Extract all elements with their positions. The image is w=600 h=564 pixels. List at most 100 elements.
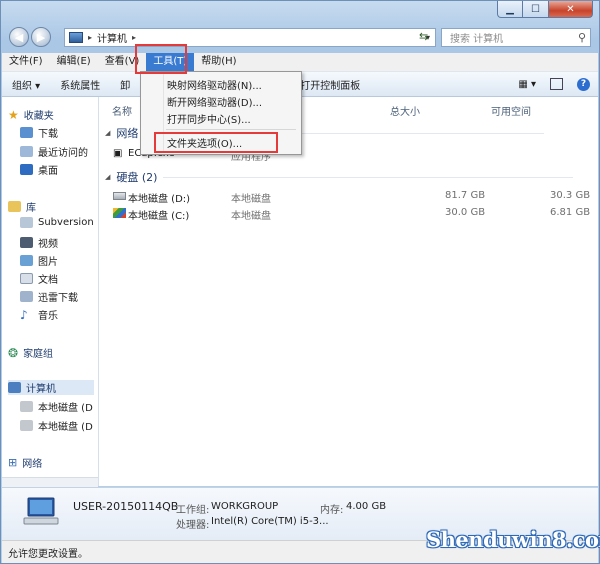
close-button[interactable]: ✕: [549, 1, 593, 18]
system-drive-icon: [113, 208, 126, 218]
sidebar-item-network[interactable]: ⊞ 网络: [8, 455, 42, 470]
sidebar-item-label: 最近访问的: [38, 148, 88, 159]
column-header-free-space[interactable]: 可用空间: [491, 103, 531, 118]
drive-free-space: 6.81 GB: [550, 207, 591, 218]
menu-help[interactable]: 帮助(H): [194, 53, 243, 71]
video-icon: [20, 237, 33, 248]
hard-drive-icon: [20, 420, 33, 431]
preview-pane-icon[interactable]: [550, 78, 563, 90]
drive-name: 本地磁盘 (C:): [128, 211, 190, 222]
computer-icon: [8, 382, 21, 393]
sidebar-item-label: 视频: [38, 239, 58, 250]
hard-drive-icon: [113, 192, 126, 200]
cpu-label: 处理器:: [176, 520, 210, 531]
search-icon[interactable]: ⚲: [578, 31, 586, 44]
sidebar-item-label: 网络: [22, 459, 43, 470]
sidebar-item-documents[interactable]: 文档: [20, 271, 58, 286]
system-properties-button[interactable]: 系统属性: [50, 77, 110, 92]
address-path[interactable]: 计算机: [97, 30, 127, 45]
group-header-drives[interactable]: ◢ 硬盘 (2): [105, 169, 574, 185]
computer-name: USER-20150114QB: [73, 500, 179, 513]
menu-bar: 文件(F) 编辑(E) 查看(V) 工具(T) 帮助(H): [2, 53, 598, 72]
arrow-right-icon: ▶: [36, 30, 46, 44]
sidebar-item-xunlei[interactable]: 迅雷下载: [20, 289, 78, 304]
recent-places-icon: [20, 146, 33, 157]
sidebar-item-homegroup[interactable]: ❂ 家庭组: [8, 345, 54, 361]
arrow-left-icon: ◀: [14, 30, 24, 44]
sidebar-horizontal-scrollbar[interactable]: [2, 477, 98, 487]
sidebar-item-desktop[interactable]: 桌面: [20, 162, 58, 177]
sidebar-item-libraries[interactable]: 库: [8, 199, 36, 214]
cpu-value: Intel(R) Core(TM) i5-3...: [211, 516, 329, 527]
network-icon: ⊞: [8, 456, 18, 469]
memory-value: 4.00 GB: [346, 501, 387, 512]
sidebar-item-music[interactable]: ♪ 音乐: [20, 307, 58, 323]
table-row[interactable]: 本地磁盘 (C:) 本地磁盘 30.0 GB 6.81 GB: [111, 207, 591, 222]
sidebar-item-label: 音乐: [38, 311, 58, 322]
view-options-icon[interactable]: ▦ ▾: [518, 79, 536, 90]
sidebar-item-videos[interactable]: 视频: [20, 235, 58, 250]
sidebar-item-label: 文档: [38, 275, 58, 286]
workgroup-label: 工作组:: [176, 505, 210, 516]
sidebar-item-disk-d[interactable]: 本地磁盘 (D: [20, 399, 93, 414]
address-separator: ▸: [88, 33, 93, 42]
group-label: 网络: [116, 127, 139, 140]
menu-item-sync-center[interactable]: 打开同步中心(S)...: [167, 111, 251, 126]
sidebar-item-label: Subversion: [38, 217, 94, 228]
control-panel-button[interactable]: 打开控制面板: [290, 77, 370, 92]
highlight-tools-menu: [135, 44, 187, 74]
sidebar-item-downloads[interactable]: 下载: [20, 125, 58, 140]
help-icon[interactable]: ?: [577, 77, 590, 91]
app-icon: ▣: [113, 148, 123, 159]
desktop-icon: [20, 164, 33, 175]
column-header-total-size[interactable]: 总大小: [390, 103, 420, 118]
documents-icon: [20, 273, 33, 284]
table-row[interactable]: 本地磁盘 (D:) 本地磁盘 81.7 GB 30.3 GB: [111, 190, 591, 205]
downloads-icon: [20, 127, 33, 138]
sidebar-item-label: 本地磁盘 (D: [38, 422, 93, 433]
sidebar-item-favorites[interactable]: ★ 收藏夹: [8, 107, 54, 123]
refresh-icon[interactable]: ⇆: [419, 30, 428, 43]
library-icon: [8, 201, 21, 212]
group-label: 硬盘 (2): [116, 171, 158, 184]
drive-total-size: 81.7 GB: [445, 190, 486, 201]
computer-small-icon: [69, 32, 83, 43]
forward-button[interactable]: ▶: [31, 27, 51, 47]
sidebar-item-computer[interactable]: 计算机: [8, 380, 94, 395]
uninstall-button[interactable]: 卸: [110, 77, 140, 92]
explorer-window: ▁ ☐ ✕ ◀ ▶ ▸ 计算机 ▸ ▾ ⇆ 搜索 计算机 ⚲ 文件(F) 编辑(…: [0, 0, 600, 564]
sidebar-item-label: 迅雷下载: [38, 293, 78, 304]
folder-icon: [20, 291, 33, 302]
sidebar-item-label: 家庭组: [23, 349, 54, 360]
menu-file[interactable]: 文件(F): [2, 53, 50, 71]
drive-total-size: 30.0 GB: [445, 207, 486, 218]
menu-item-map-network-drive[interactable]: 映射网络驱动器(N)...: [167, 77, 262, 92]
drive-type: 本地磁盘: [231, 211, 271, 222]
maximize-button[interactable]: ☐: [523, 1, 549, 18]
sidebar-item-label: 图片: [38, 257, 58, 268]
sidebar-item-disk-c[interactable]: 本地磁盘 (D: [20, 418, 93, 433]
sidebar-item-recent[interactable]: 最近访问的: [20, 144, 88, 159]
sidebar-item-pictures[interactable]: 图片: [20, 253, 58, 268]
sidebar-item-subversion[interactable]: Subversion: [20, 217, 94, 228]
highlight-folder-options: [154, 132, 278, 153]
caption-buttons: ▁ ☐ ✕: [497, 1, 593, 18]
navigation-pane: ★ 收藏夹 下载 最近访问的 桌面 库 Subversion 视频 图片 文档 …: [2, 97, 99, 486]
address-bar[interactable]: ▸ 计算机 ▸ ▾: [64, 28, 436, 47]
search-box[interactable]: 搜索 计算机 ⚲: [441, 28, 591, 47]
back-button[interactable]: ◀: [9, 27, 29, 47]
menu-item-disconnect-network-drive[interactable]: 断开网络驱动器(D)...: [167, 94, 262, 109]
menu-edit[interactable]: 编辑(E): [50, 53, 98, 71]
menu-separator: [166, 129, 296, 130]
column-header-name[interactable]: 名称: [112, 103, 132, 118]
minimize-button[interactable]: ▁: [497, 1, 523, 18]
status-text: 允许您更改设置。: [8, 548, 88, 560]
sidebar-item-label: 库: [26, 203, 36, 214]
search-input[interactable]: 搜索 计算机: [450, 30, 503, 45]
memory-label: 内存:: [320, 505, 344, 516]
watermark: Shenduwin8.com: [426, 527, 600, 552]
computer-icon: [23, 497, 59, 525]
organize-button[interactable]: 组织 ▾: [2, 77, 50, 92]
sidebar-item-label: 下载: [38, 129, 58, 140]
drive-type: 本地磁盘: [231, 194, 271, 205]
